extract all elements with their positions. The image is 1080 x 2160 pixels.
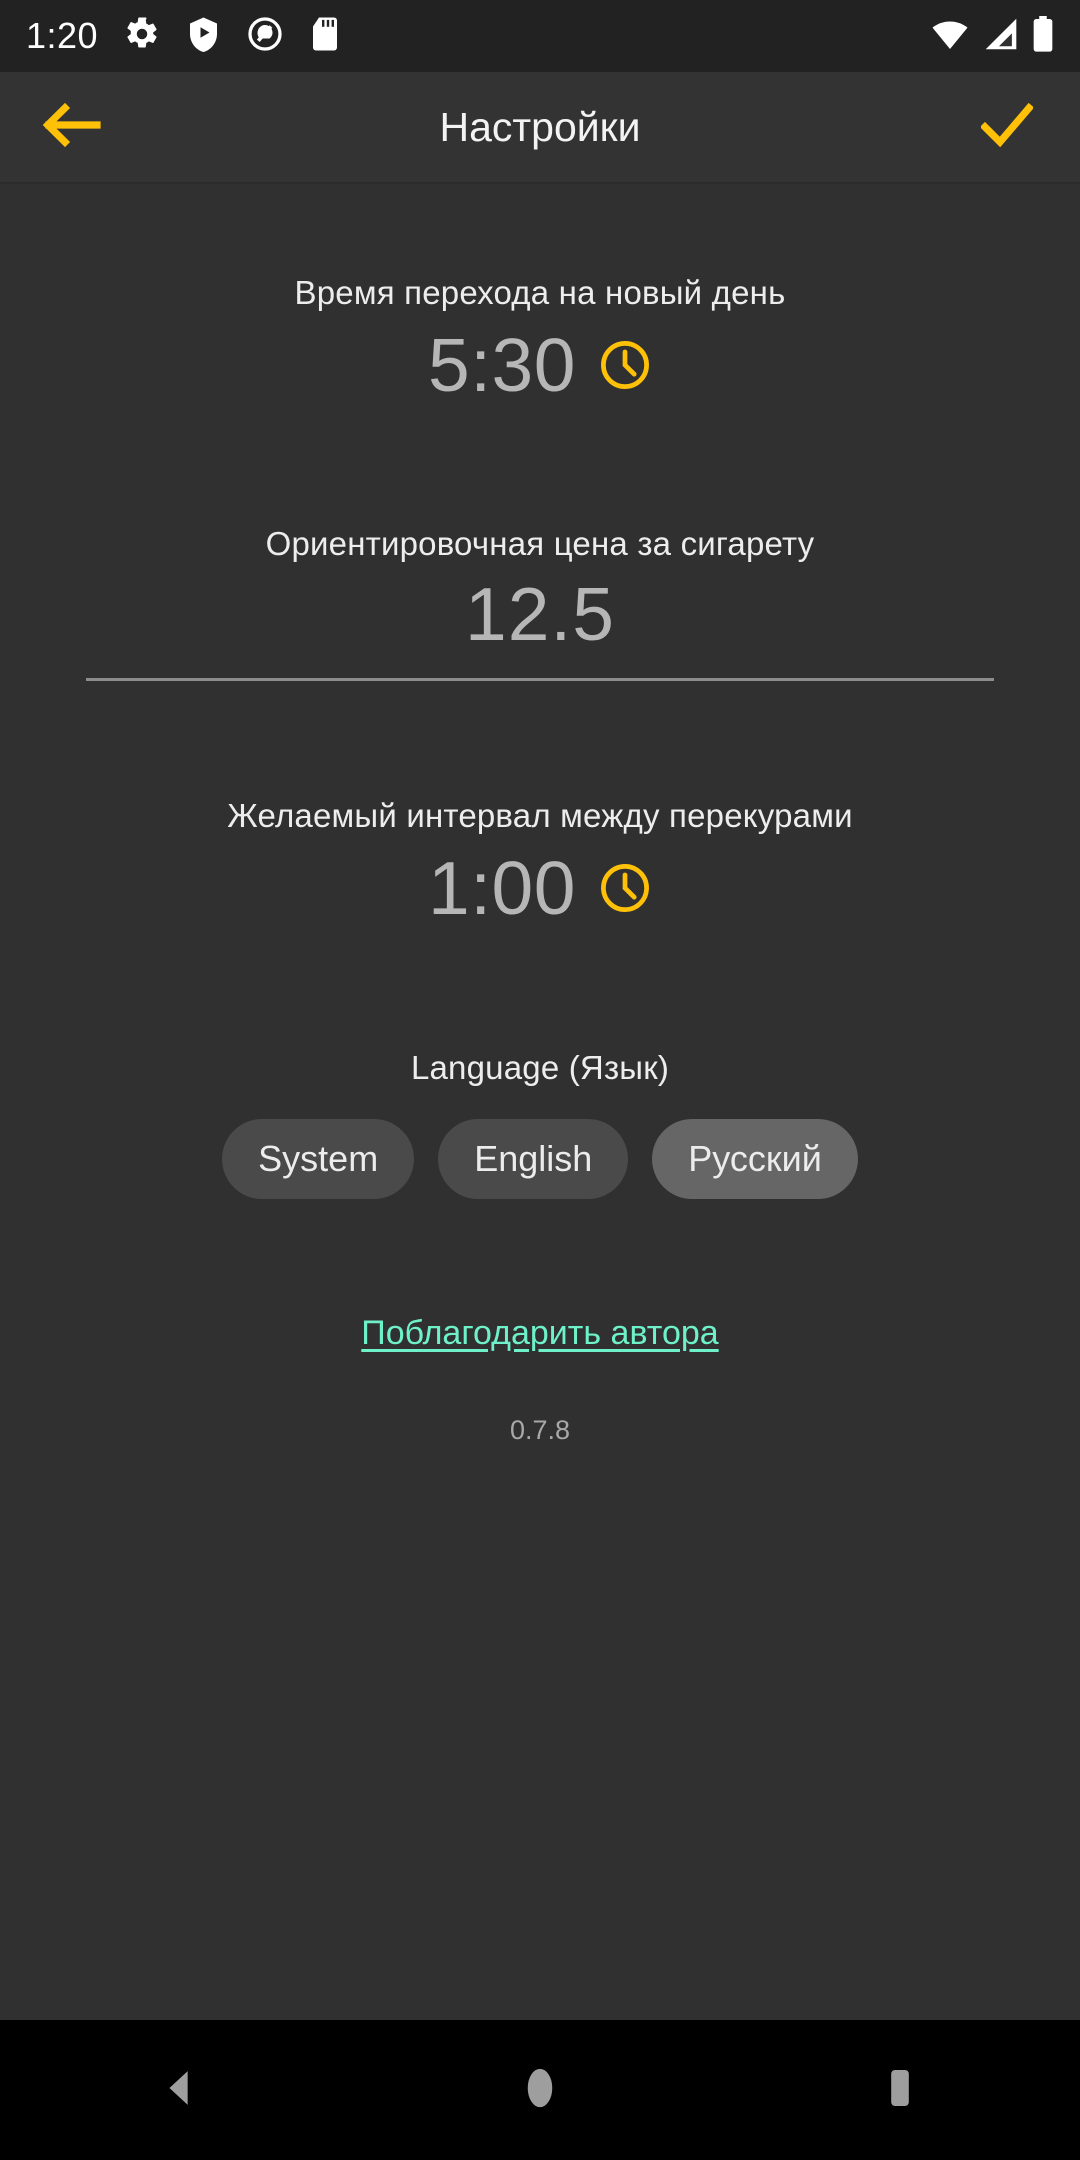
cellular-signal-icon bbox=[982, 17, 1020, 56]
day-start-label: Время перехода на новый день bbox=[294, 274, 786, 311]
cigarette-price-input[interactable]: 12.5 bbox=[0, 575, 1080, 654]
language-section: Language (Язык) System English Русский bbox=[0, 1049, 1080, 1199]
settings-content: Время перехода на новый день 5:30 Ориент… bbox=[0, 184, 1080, 2020]
nav-back-button[interactable] bbox=[105, 2020, 255, 2160]
battery-icon bbox=[1032, 15, 1054, 57]
wifi-icon bbox=[930, 17, 970, 56]
page-title: Настройки bbox=[439, 103, 641, 150]
app-circle-icon bbox=[247, 16, 283, 57]
checkmark-icon bbox=[979, 102, 1035, 153]
language-option-russian[interactable]: Русский bbox=[652, 1119, 858, 1199]
clock-icon[interactable] bbox=[598, 338, 652, 392]
play-shield-icon bbox=[187, 16, 220, 57]
language-label: Language (Язык) bbox=[410, 1049, 670, 1086]
status-bar-system-icons bbox=[930, 15, 1054, 57]
language-options: System English Русский bbox=[0, 1119, 1080, 1199]
smoke-interval-label: Желаемый интервал между перекурами bbox=[227, 797, 853, 834]
gear-icon bbox=[124, 16, 160, 57]
day-start-value[interactable]: 5:30 bbox=[428, 326, 576, 405]
nav-home-button[interactable] bbox=[465, 2020, 615, 2160]
app-bar: Настройки bbox=[0, 72, 1080, 184]
language-option-system[interactable]: System bbox=[222, 1119, 415, 1199]
back-arrow-icon bbox=[41, 102, 101, 153]
donate-link[interactable]: Поблагодарить автора bbox=[0, 1314, 1080, 1353]
system-navigation-bar bbox=[0, 2020, 1080, 2160]
day-start-value-row: 5:30 bbox=[0, 326, 1080, 405]
status-bar: 1:20 bbox=[0, 0, 1080, 72]
sd-card-icon bbox=[310, 16, 340, 57]
nav-back-icon bbox=[157, 2065, 203, 2116]
smoke-interval-value[interactable]: 1:00 bbox=[428, 849, 576, 928]
day-start-section: Время перехода на новый день 5:30 bbox=[0, 274, 1080, 405]
language-option-english[interactable]: English bbox=[438, 1119, 629, 1199]
settings-screen: 1:20 Настройки Время перехода на новый д… bbox=[0, 0, 1080, 2160]
nav-home-icon bbox=[517, 2065, 563, 2116]
clock-icon[interactable] bbox=[598, 861, 652, 915]
confirm-button[interactable] bbox=[970, 90, 1044, 164]
back-button[interactable] bbox=[34, 90, 108, 164]
smoke-interval-value-row: 1:00 bbox=[0, 849, 1080, 928]
footer-section: Поблагодарить автора 0.7.8 bbox=[0, 1314, 1080, 1446]
cigarette-price-label: Ориентировочная цена за сигарету bbox=[265, 525, 815, 562]
smoke-interval-section: Желаемый интервал между перекурами 1:00 bbox=[0, 797, 1080, 928]
app-version: 0.7.8 bbox=[509, 1415, 571, 1445]
status-bar-notification-icons bbox=[124, 16, 340, 57]
status-bar-clock: 1:20 bbox=[26, 15, 99, 56]
nav-recents-icon bbox=[877, 2065, 923, 2116]
cigarette-price-underline bbox=[86, 677, 994, 681]
nav-recents-button[interactable] bbox=[825, 2020, 975, 2160]
cigarette-price-section: Ориентировочная цена за сигарету 12.5 bbox=[0, 525, 1080, 681]
